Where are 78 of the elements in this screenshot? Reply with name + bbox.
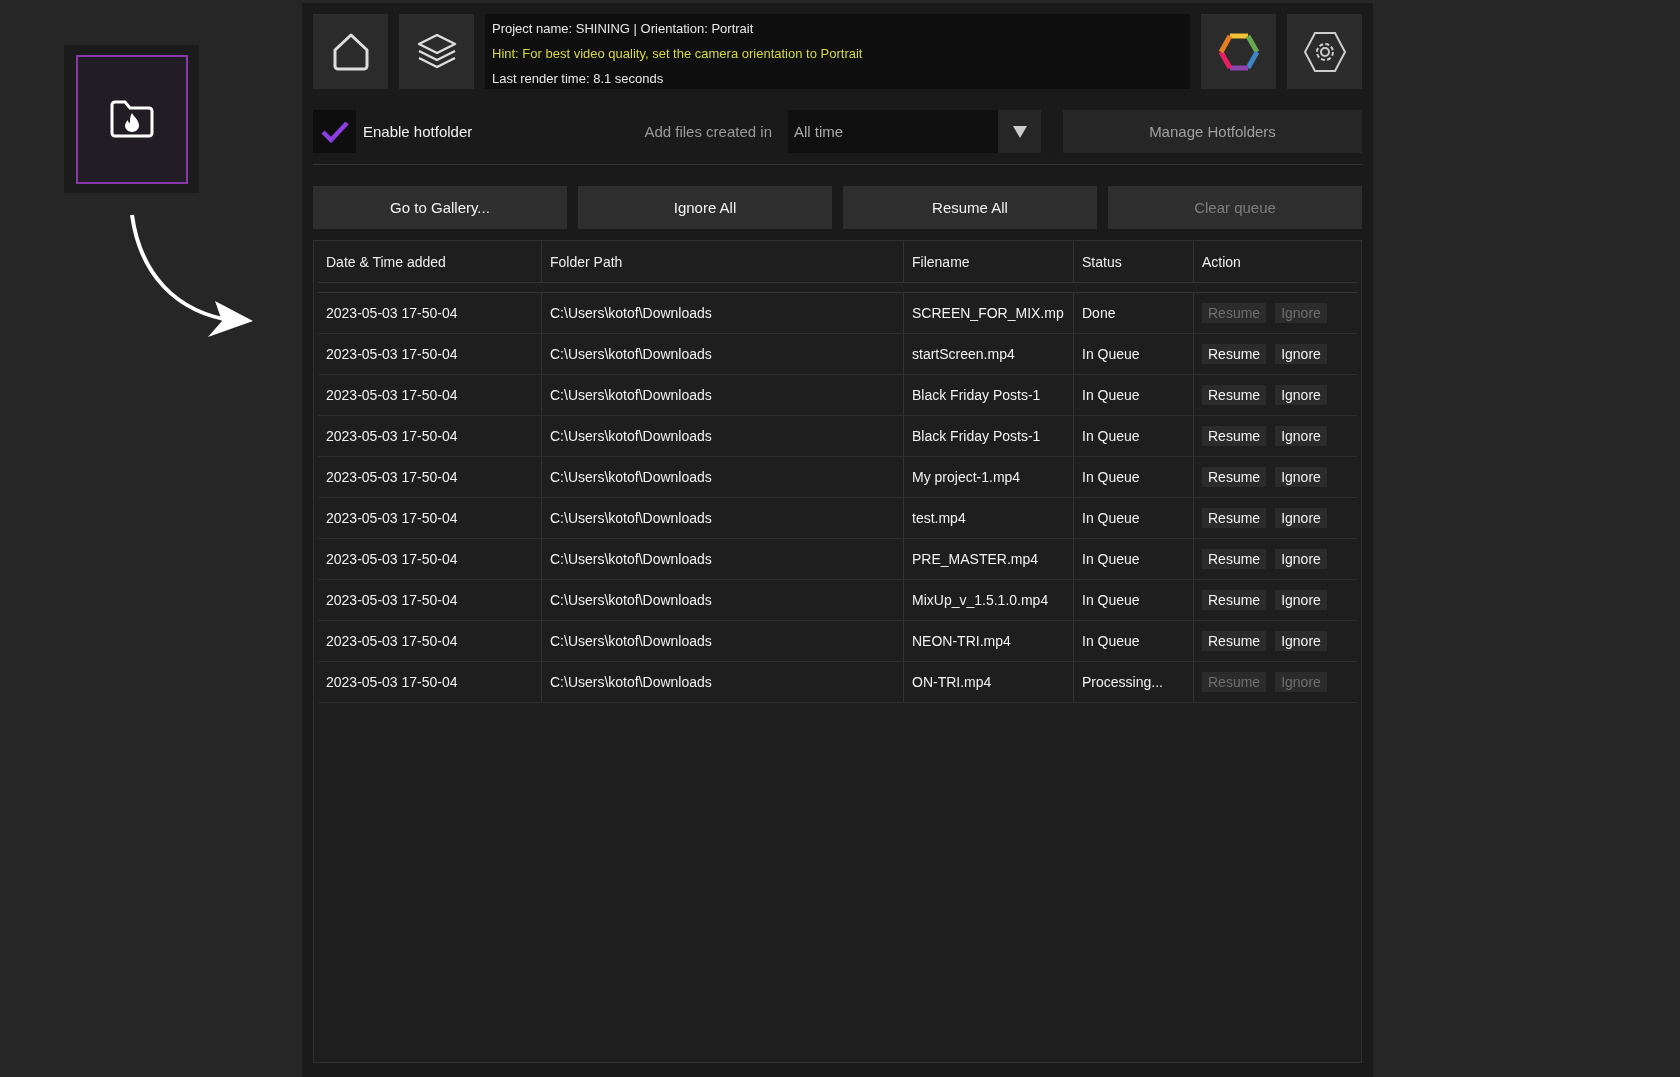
table-cell: C:\Users\kotof\Downloads xyxy=(541,539,903,579)
logo-button[interactable] xyxy=(1201,14,1276,89)
table-cell: In Queue xyxy=(1073,621,1193,661)
row-action-button[interactable]: Ignore xyxy=(1275,426,1327,446)
filter-label: Add files created in xyxy=(644,123,772,140)
table-cell: Black Friday Posts-1 xyxy=(903,375,1073,415)
row-action-button[interactable]: Resume xyxy=(1202,385,1267,405)
row-action-button[interactable]: Ignore xyxy=(1275,590,1327,610)
action-button[interactable]: Ignore All xyxy=(578,186,832,229)
table-cell-text: 2023-05-03 17-50-04 xyxy=(325,468,459,487)
table-cell: C:\Users\kotof\Downloads xyxy=(541,416,903,456)
table-cell: C:\Users\kotof\Downloads xyxy=(541,498,903,538)
table-cell: Processing... xyxy=(1073,662,1193,702)
table-cell-text: 2023-05-03 17-50-04 xyxy=(325,345,459,364)
table-cell: C:\Users\kotof\Downloads xyxy=(541,293,903,333)
table-cell: C:\Users\kotof\Downloads xyxy=(541,334,903,374)
table-cell-text: 2023-05-03 17-50-04 xyxy=(325,386,459,405)
table-cell: In Queue xyxy=(1073,498,1193,538)
row-action-button[interactable]: Resume xyxy=(1202,631,1267,651)
row-action-button[interactable]: Resume xyxy=(1202,508,1267,528)
table-cell: In Queue xyxy=(1073,334,1193,374)
table-cell: In Queue xyxy=(1073,457,1193,497)
info-text: Project name: SHINING | Orientation: Portrait xyxy=(492,20,755,38)
table-cell: In Queue xyxy=(1073,375,1193,415)
table-cell-text: 2023-05-03 17-50-04 xyxy=(325,673,459,692)
enable-checkbox[interactable] xyxy=(313,110,356,153)
table-cell: C:\Users\kotof\Downloads xyxy=(541,621,903,661)
table-cell: In Queue xyxy=(1073,416,1193,456)
info-text: Last render time: 8.1 seconds xyxy=(492,70,665,88)
table-cell-text: 2023-05-03 17-50-04 xyxy=(325,591,459,610)
settings-button[interactable] xyxy=(1287,14,1362,89)
action-button[interactable]: Go to Gallery... xyxy=(313,186,567,229)
column-header: Status xyxy=(1073,241,1193,282)
table-cell-text: 2023-05-03 17-50-04 xyxy=(325,632,459,651)
row-action-button[interactable]: Resume xyxy=(1202,590,1267,610)
home-button[interactable] xyxy=(313,14,388,89)
row-action-button[interactable]: Ignore xyxy=(1275,385,1327,405)
column-header: Action xyxy=(1193,241,1357,282)
row-action-button[interactable]: Resume xyxy=(1202,467,1267,487)
table-cell: In Queue xyxy=(1073,539,1193,579)
table-cell: C:\Users\kotof\Downloads xyxy=(541,580,903,620)
row-action-button[interactable]: Ignore xyxy=(1275,467,1327,487)
table-cell: My project-1.mp4 xyxy=(903,457,1073,497)
row-action-button[interactable]: Ignore xyxy=(1275,344,1327,364)
table-cell-text: 2023-05-03 17-50-04 xyxy=(325,550,459,569)
flame-folder-icon xyxy=(108,99,155,139)
table-cell: SCREEN_FOR_MIX.mp xyxy=(903,293,1073,333)
table-cell: Black Friday Posts-1 xyxy=(903,416,1073,456)
table-cell: test.mp4 xyxy=(903,498,1073,538)
table-cell: PRE_MASTER.mp4 xyxy=(903,539,1073,579)
row-action-button[interactable]: Ignore xyxy=(1275,631,1327,651)
row-action-button[interactable]: Ignore xyxy=(1275,549,1327,569)
column-header: Filename xyxy=(903,241,1073,282)
table-cell: MixUp_v_1.5.1.0.mp4 xyxy=(903,580,1073,620)
caret-icon xyxy=(1012,125,1027,138)
table-cell: C:\Users\kotof\Downloads xyxy=(541,662,903,702)
checkbox-label: Enable hotfolder xyxy=(363,123,473,140)
hotfolder-tile[interactable] xyxy=(64,45,199,193)
table-cell: NEON-TRI.mp4 xyxy=(903,621,1073,661)
table-cell: C:\Users\kotof\Downloads xyxy=(541,375,903,415)
table-cell-text: 2023-05-03 17-50-04 xyxy=(325,509,459,528)
row-action-button[interactable]: Resume xyxy=(1202,549,1267,569)
hint-text: Hint: For best video quality, set the camera orientation to Portrait xyxy=(492,45,864,63)
row-action-button[interactable]: Ignore xyxy=(1275,508,1327,528)
layers-button[interactable] xyxy=(399,14,474,89)
column-header: Date & Time added xyxy=(325,252,447,272)
row-action-button[interactable]: Resume xyxy=(1202,426,1267,446)
time-dropdown[interactable]: All time xyxy=(788,110,1041,153)
table-cell-text: 2023-05-03 17-50-04 xyxy=(325,304,459,323)
table-cell: Done xyxy=(1073,293,1193,333)
table-cell: C:\Users\kotof\Downloads xyxy=(541,457,903,497)
column-header: Folder Path xyxy=(541,241,903,282)
table-cell-text: 2023-05-03 17-50-04 xyxy=(325,427,459,446)
table-cell: startScreen.mp4 xyxy=(903,334,1073,374)
table-cell: In Queue xyxy=(1073,580,1193,620)
table-cell: ON-TRI.mp4 xyxy=(903,662,1073,702)
row-action-button[interactable]: Resume xyxy=(1202,344,1267,364)
action-button[interactable]: Resume All xyxy=(843,186,1097,229)
